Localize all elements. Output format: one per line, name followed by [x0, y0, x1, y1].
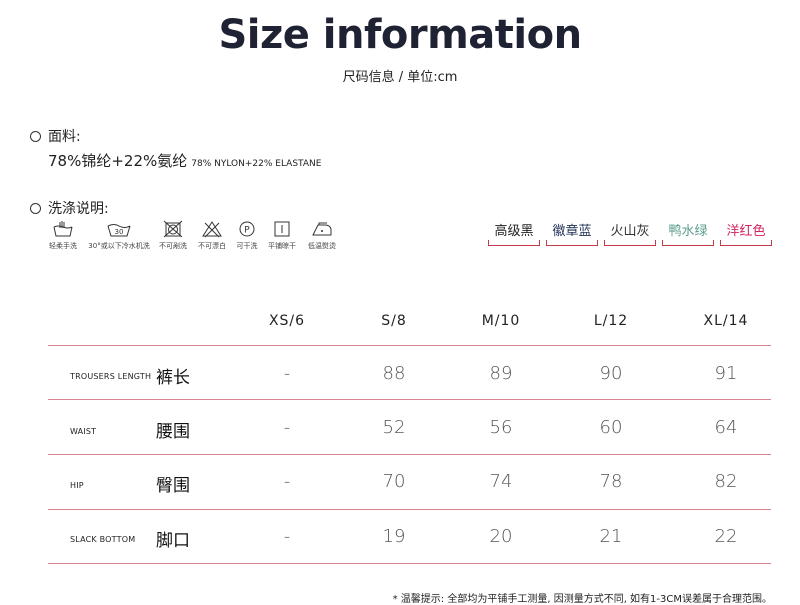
material-label: 面料:: [48, 129, 81, 145]
washing-label: 洗涤说明:: [48, 201, 109, 217]
size-header-xs: XS/6: [268, 313, 306, 329]
machine-wash-30-icon: 30: [107, 224, 131, 237]
row-label-en: WAIST: [70, 427, 97, 436]
color-label: 高级黑: [494, 224, 534, 239]
hand-wash-icon: [53, 221, 73, 237]
color-label: 火山灰: [610, 224, 650, 239]
row-label-en: SLACK BOTTOM: [70, 535, 136, 544]
dry-clean-p-icon: P: [239, 221, 255, 237]
do-not-tumble-dry-icon: [163, 220, 183, 238]
table-cell: 21: [599, 526, 623, 547]
page-title: Size information: [218, 12, 582, 58]
bullet-circle-icon: [30, 131, 41, 142]
table-divider: [48, 399, 771, 400]
color-swatch-volcanic-gray[interactable]: 火山灰: [604, 224, 656, 246]
table-divider: [48, 345, 771, 346]
table-cell: 78: [599, 471, 623, 492]
table-divider: [48, 454, 771, 455]
table-cell: -: [283, 363, 291, 384]
color-swatch-duck-green[interactable]: 鸭水绿: [662, 224, 714, 246]
row-label-cn: 臀围: [156, 476, 190, 496]
table-cell: 70: [382, 471, 406, 492]
material-value: 78%锦纶+22%氨纶 78% NYLON+22% ELASTANE: [48, 150, 321, 171]
table-cell: 74: [489, 471, 513, 492]
care-machine-wash: 30 30°或以下冷水机洗: [88, 220, 150, 251]
care-low-iron: 低温熨烫: [297, 220, 347, 251]
color-swatch-badge-blue[interactable]: 徽章蓝: [546, 224, 598, 246]
table-cell: -: [283, 471, 291, 492]
care-hand-wash: 轻柔手洗: [38, 220, 88, 251]
table-cell: 60: [599, 417, 623, 438]
table-cell: 91: [714, 363, 738, 384]
color-swatch-magenta[interactable]: 洋红色: [720, 224, 772, 246]
color-label: 徽章蓝: [552, 224, 592, 239]
row-label-cn: 脚口: [156, 531, 190, 551]
row-label-en: HIP: [70, 481, 84, 490]
material-value-en: 78% NYLON+22% ELASTANE: [191, 159, 322, 169]
table-divider: [48, 509, 771, 510]
table-cell: -: [283, 417, 291, 438]
row-label-cn: 裤长: [156, 368, 190, 388]
table-cell: 89: [489, 363, 513, 384]
row-label-en: TROUSERS LENGTH: [70, 372, 152, 381]
size-header-xl: XL/14: [703, 313, 749, 329]
table-cell: -: [283, 526, 291, 547]
color-swatch-black[interactable]: 高级黑: [488, 224, 540, 246]
table-cell: 22: [714, 526, 738, 547]
do-not-bleach-icon: [202, 221, 222, 238]
row-label-cn: 腰围: [156, 422, 190, 442]
bullet-circle-icon: [30, 203, 41, 214]
svg-text:P: P: [244, 226, 250, 236]
size-header-m: M/10: [481, 313, 521, 329]
size-header-l: L/12: [593, 313, 629, 329]
color-label: 鸭水绿: [668, 224, 708, 239]
size-header-s: S/8: [381, 313, 407, 329]
table-cell: 82: [714, 471, 738, 492]
table-divider: [48, 563, 771, 564]
table-cell: 64: [714, 417, 738, 438]
material-value-cn: 78%锦纶+22%氨纶: [48, 152, 188, 170]
table-cell: 88: [382, 363, 406, 384]
low-iron-icon: [312, 222, 332, 236]
table-cell: 20: [489, 526, 513, 547]
table-cell: 52: [382, 417, 406, 438]
flat-dry-icon: [274, 221, 290, 237]
table-cell: 90: [599, 363, 623, 384]
page-subtitle: 尺码信息 / 单位:cm: [342, 70, 458, 85]
color-label: 洋红色: [726, 224, 766, 239]
svg-text:30: 30: [115, 228, 124, 236]
table-cell: 56: [489, 417, 513, 438]
table-cell: 19: [382, 526, 406, 547]
